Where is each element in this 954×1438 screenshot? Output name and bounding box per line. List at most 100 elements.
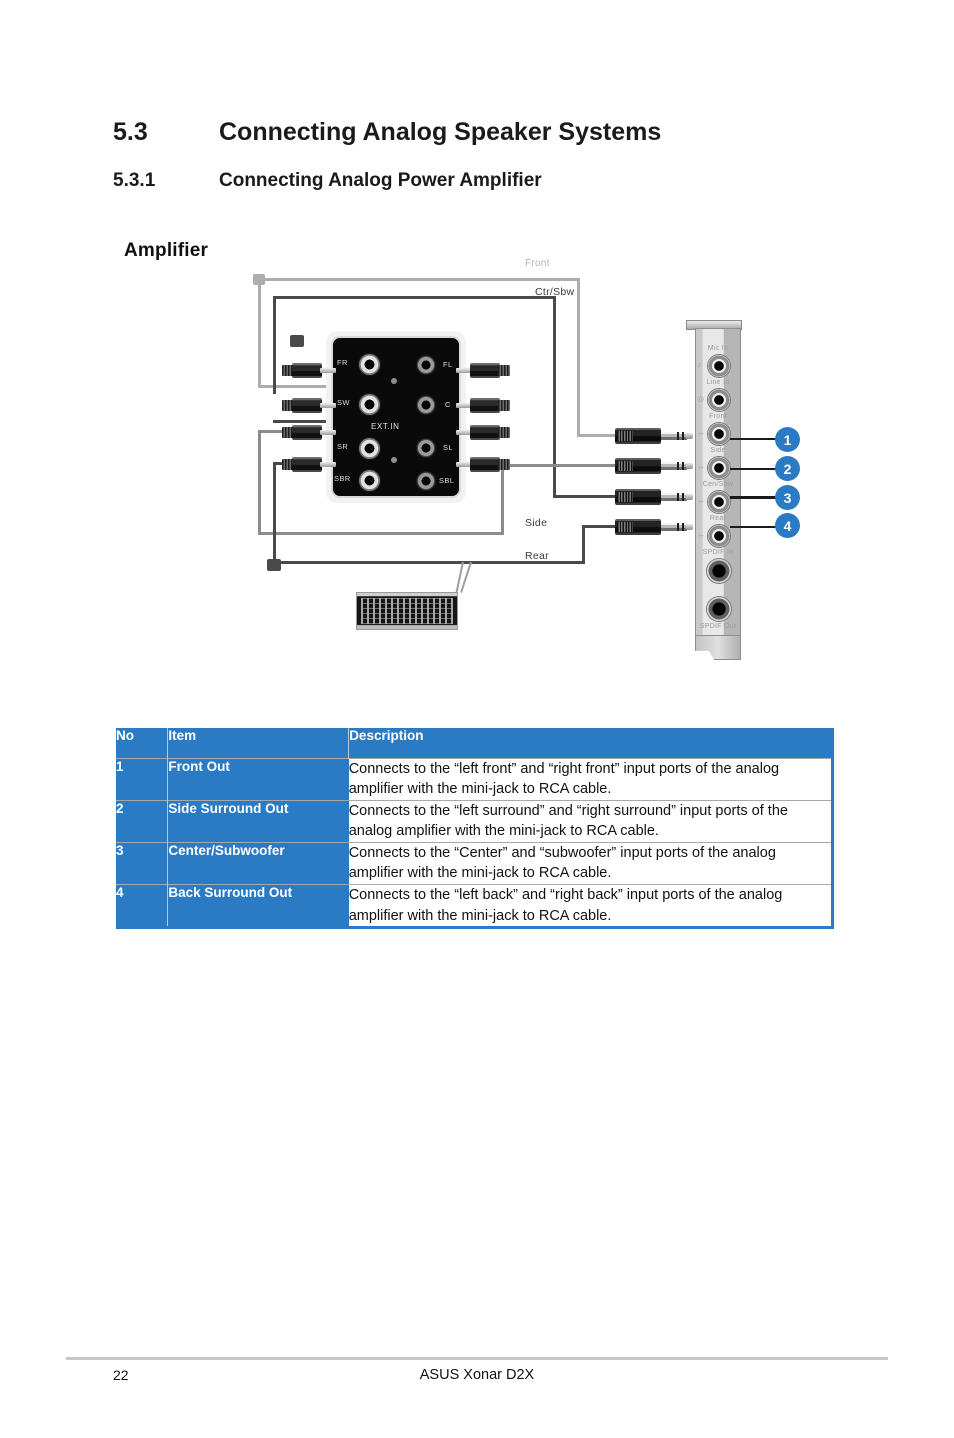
callout-badge-4: 4: [775, 513, 800, 538]
amp-jack-sw: [359, 394, 380, 415]
table-header-row: No Item Description: [116, 728, 833, 758]
cell-item-1: Front Out: [167, 757, 349, 801]
sound-card-bracket-foot: [695, 636, 741, 660]
port-description-table: No Item Description 1 Front Out Connects…: [116, 728, 834, 930]
wire-side-bottom: [258, 532, 503, 535]
wire-junction-a: [253, 274, 265, 285]
rca-plug-sr: [282, 425, 336, 440]
front-out-icon: ↔: [697, 428, 705, 437]
rca-plug-sbl: [456, 457, 510, 472]
wire-front-top: [258, 278, 580, 281]
port-cen-sbw[interactable]: [708, 491, 730, 513]
port-label-rear: Rear: [709, 515, 727, 522]
wire-rear-left-vert: [273, 462, 276, 564]
minijack-plug-censbw: [615, 489, 693, 505]
port-spdif-in[interactable]: [707, 559, 731, 583]
wire-ctrsbw-top: [273, 296, 555, 299]
amp-jack-label-sl: SL: [443, 443, 453, 452]
subsection-number: 5.3.1: [113, 170, 156, 191]
wire-rear-right-vert: [582, 525, 585, 564]
rca-plug-sbr: [282, 457, 336, 472]
table-row: 4 Back Surround Out Connects to the “lef…: [116, 883, 833, 930]
port-label-line-in: Line In: [706, 379, 730, 386]
amp-screw-top: [391, 378, 397, 384]
amp-screw-bottom: [391, 457, 397, 463]
wire-side-to-plug: [501, 464, 629, 467]
table-row: 3 Center/Subwoofer Connects to the “Cent…: [116, 841, 833, 885]
callout-badge-2: 2: [775, 456, 800, 481]
amp-jack-label-sbr: SBR: [334, 474, 351, 483]
cell-no-2: 2: [116, 799, 168, 843]
amplifier-label: Amplifier: [124, 240, 209, 261]
amp-jack-fr: [359, 354, 380, 375]
callout-badge-1: 1: [775, 427, 800, 452]
amp-extin-label: EXT.IN: [371, 422, 400, 431]
side-out-icon: ↔: [697, 462, 705, 471]
wire-ctrsbw-right-vert: [553, 296, 556, 498]
wire-side-left-vert: [258, 430, 261, 535]
amp-jack-c: [417, 396, 435, 414]
amp-jack-sl: [417, 439, 435, 457]
sound-card-bracket: Mic In ♪ Line In ◎ Front ↔ Side ↔ Cen/Sb…: [695, 328, 741, 636]
column-header-no: No: [116, 728, 168, 758]
table-row: 2 Side Surround Out Connects to the “lef…: [116, 799, 833, 843]
amp-jack-label-sw: SW: [337, 398, 350, 407]
cable-label-front: Front: [525, 258, 550, 269]
minijack-plug-side: [615, 458, 693, 474]
rca-plug-fr: [282, 363, 336, 378]
port-rear[interactable]: [708, 525, 730, 547]
cell-no-1: 1: [116, 757, 168, 801]
amp-jack-label-c: C: [445, 400, 451, 409]
rca-plug-sl: [456, 425, 510, 440]
section-heading: 5.3 Connecting Analog Speaker Systems: [113, 118, 661, 147]
amp-jack-sbl: [417, 472, 435, 490]
connection-diagram: Amplifier Front Ctr/Sbw Side Rear FR FL …: [110, 230, 850, 660]
cable-label-side: Side: [525, 517, 548, 529]
amp-jack-sbr: [359, 470, 380, 491]
section-title: Connecting Analog Speaker Systems: [219, 118, 662, 146]
cell-item-3: Center/Subwoofer: [167, 841, 349, 885]
wire-front-left-vert: [258, 278, 261, 388]
port-label-side: Side: [710, 447, 726, 454]
rca-plug-c: [456, 398, 510, 413]
cable-label-rear: Rear: [525, 550, 549, 562]
port-label-spdif-in: SPDIF In: [702, 549, 734, 556]
footer-divider: [66, 1357, 888, 1360]
wire-junction-c: [290, 335, 304, 347]
port-label-cen-sbw: Cen/Sbw: [702, 481, 734, 488]
amp-jack-label-fr: FR: [337, 358, 348, 367]
port-front[interactable]: [708, 423, 730, 445]
amp-jack-label-sbl: SBL: [439, 476, 455, 485]
line-in-icon: ◎: [697, 394, 704, 403]
cell-desc-1: Connects to the “left front” and “right …: [348, 757, 833, 801]
cell-no-3: 3: [116, 841, 168, 885]
center-sub-icon: ↔: [697, 496, 705, 505]
subsection-heading: 5.3.1 Connecting Analog Power Amplifier: [113, 170, 542, 192]
wire-front-right-vert: [577, 278, 580, 436]
amp-jack-label-sr: SR: [337, 442, 349, 451]
rca-plug-sw: [282, 398, 336, 413]
minijack-plug-front: [615, 428, 693, 444]
cell-item-2: Side Surround Out: [167, 799, 349, 843]
section-number: 5.3: [113, 118, 148, 146]
cell-desc-2: Connects to the “left surround” and “rig…: [348, 799, 833, 843]
amplifier-rear-panel: FR FL SW C SR SL SBR SBL EXT.IN: [331, 336, 461, 498]
port-label-front: Front: [709, 413, 727, 420]
amp-jack-sr: [359, 438, 380, 459]
port-line-in[interactable]: [708, 389, 730, 411]
column-header-item: Item: [167, 728, 349, 758]
port-mic-in[interactable]: [708, 355, 730, 377]
column-header-description: Description: [348, 728, 833, 758]
av-receiver-rear: [356, 592, 458, 630]
cable-label-ctrsbw: Ctr/Sbw: [535, 286, 575, 298]
wire-side-right-vert: [501, 464, 504, 535]
cell-desc-3: Connects to the “Center” and “subwoofer”…: [348, 841, 833, 885]
callout-badge-3: 3: [775, 485, 800, 510]
rear-out-icon: ↔: [697, 530, 705, 539]
port-label-mic-in: Mic In: [707, 345, 729, 352]
footer-title: ASUS Xonar D2X: [419, 1367, 535, 1383]
port-spdif-out[interactable]: [707, 597, 731, 621]
port-side[interactable]: [708, 457, 730, 479]
cell-no-4: 4: [116, 883, 168, 930]
table-row: 1 Front Out Connects to the “left front”…: [116, 757, 833, 801]
